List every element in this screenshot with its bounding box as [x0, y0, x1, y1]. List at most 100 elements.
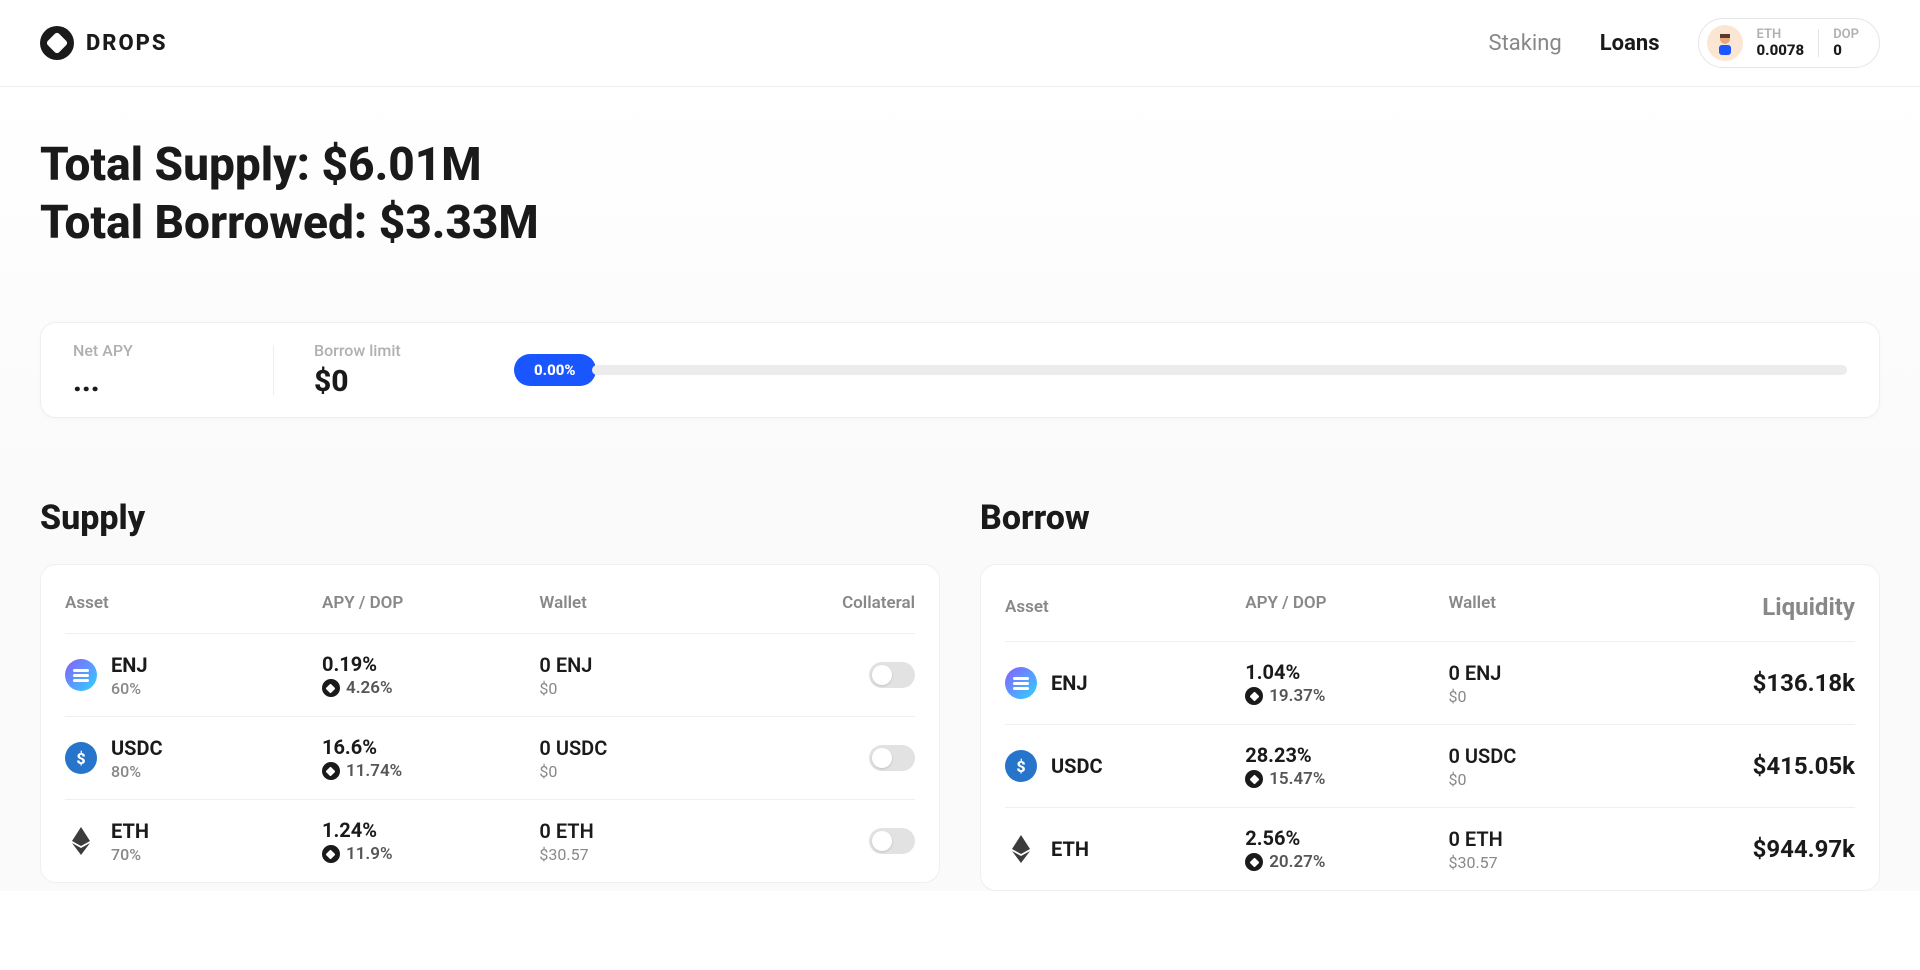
supply-row[interactable]: ENJ60%0.19%4.26%0 ENJ $0: [65, 633, 915, 716]
borrow-header-row: Asset APY / DOP Wallet Liquidity: [1005, 585, 1855, 641]
nav-loans[interactable]: Loans: [1600, 31, 1660, 56]
apy-value: 1.24%: [322, 818, 539, 842]
supply-header-apy: APY / DOP: [322, 593, 539, 613]
supply-section: Supply Asset APY / DOP Wallet Collateral…: [40, 498, 940, 891]
supply-row[interactable]: $USDC80%16.6%11.74%0 USDC$0: [65, 716, 915, 799]
usdc-icon: $: [1005, 750, 1037, 782]
apy-value: 1.04%: [1245, 660, 1448, 684]
borrow-header-wallet: Wallet: [1448, 593, 1670, 621]
dop-value: 0: [1833, 42, 1859, 59]
liquidity-cell: $944.97k: [1670, 835, 1855, 863]
borrow-header-liquidity: Liquidity: [1670, 593, 1855, 621]
dop-apy-value: 15.47%: [1245, 769, 1448, 789]
apy-cell: 1.04%19.37%: [1245, 660, 1448, 706]
liquidity-cell: $415.05k: [1670, 752, 1855, 780]
borrow-limit-label: Borrow limit: [314, 341, 474, 360]
wallet-amount: 0 ENJ: [539, 653, 776, 677]
borrow-row[interactable]: ENJ 1.04%19.37%0 ENJ $0$136.18k: [1005, 641, 1855, 724]
total-borrowed-line: Total Borrowed: $3.33M: [40, 195, 1880, 253]
borrow-limit-progress: 0.00%: [514, 354, 1847, 386]
net-apy-label: Net APY: [73, 341, 233, 360]
nav-right: Staking Loans ETH 0.0078 DOP 0: [1489, 18, 1880, 68]
logo-group[interactable]: DROPS: [40, 26, 168, 60]
dop-icon: [1245, 770, 1263, 788]
apy-cell: 2.56%20.27%: [1245, 826, 1448, 872]
stats-card: Net APY ... Borrow limit $0 0.00%: [40, 322, 1880, 418]
supply-header-collateral: Collateral: [777, 593, 915, 613]
wallet-amount: 0 USDC: [1448, 744, 1670, 768]
eth-icon: [1005, 833, 1037, 865]
stat-divider: [273, 345, 274, 395]
dop-icon: [1245, 687, 1263, 705]
asset-cell: ENJ60%: [65, 653, 322, 698]
wallet-amount: 0 ETH: [1448, 827, 1670, 851]
dop-apy-value: 11.74%: [322, 761, 539, 781]
total-supply-line: Total Supply: $6.01M: [40, 137, 1880, 195]
asset-symbol: ETH: [111, 819, 149, 843]
progress-percent-badge: 0.00%: [514, 354, 596, 386]
wallet-amount: 0 ENJ: [1448, 661, 1670, 685]
asset-symbol: ENJ: [1051, 671, 1088, 695]
wallet-cell: 0 USDC$0: [539, 736, 776, 781]
supply-header-wallet: Wallet: [539, 593, 776, 613]
eth-label: ETH: [1757, 28, 1805, 42]
supply-table: Asset APY / DOP Wallet Collateral ENJ60%…: [40, 564, 940, 883]
apy-cell: 28.23%15.47%: [1245, 743, 1448, 789]
borrow-row[interactable]: ETH 2.56%20.27%0 ETH $30.57$944.97k: [1005, 807, 1855, 890]
borrow-table: Asset APY / DOP Wallet Liquidity ENJ 1.04…: [980, 564, 1880, 891]
dop-apy-value: 4.26%: [322, 678, 539, 698]
asset-symbol: ETH: [1051, 837, 1089, 861]
apy-cell: 0.19%4.26%: [322, 652, 539, 698]
asset-ratio: 60%: [111, 679, 148, 698]
asset-ratio: 70%: [111, 845, 149, 864]
net-apy-block: Net APY ...: [73, 341, 233, 399]
apy-value: 2.56%: [1245, 826, 1448, 850]
net-apy-value: ...: [73, 364, 233, 399]
borrow-title: Borrow: [980, 498, 1880, 538]
liquidity-cell: $136.18k: [1670, 669, 1855, 697]
dop-icon: [1245, 853, 1263, 871]
collateral-toggle[interactable]: [869, 828, 915, 854]
wallet-usd: $0: [539, 679, 776, 698]
asset-cell: ETH 70%: [65, 819, 322, 864]
wallet-cell: 0 ETH$30.57: [539, 819, 776, 864]
asset-symbol: USDC: [111, 736, 163, 760]
dop-icon: [322, 679, 340, 697]
wallet-usd: $0: [1448, 687, 1670, 706]
wallet-amount: 0 ETH: [539, 819, 776, 843]
dop-icon: [322, 845, 340, 863]
supply-row[interactable]: ETH 70% 1.24%11.9%0 ETH$30.57: [65, 799, 915, 882]
apy-value: 16.6%: [322, 735, 539, 759]
borrow-section: Borrow Asset APY / DOP Wallet Liquidity …: [980, 498, 1880, 891]
asset-ratio: 80%: [111, 762, 163, 781]
borrow-limit-value: $0: [314, 364, 474, 399]
supply-title: Supply: [40, 498, 940, 538]
nav-staking[interactable]: Staking: [1489, 31, 1562, 56]
tables-row: Supply Asset APY / DOP Wallet Collateral…: [40, 498, 1880, 891]
apy-cell: 1.24%11.9%: [322, 818, 539, 864]
wallet-divider: [1818, 29, 1819, 57]
wallet-pill[interactable]: ETH 0.0078 DOP 0: [1698, 18, 1880, 68]
asset-cell: ETH: [1005, 833, 1245, 865]
dop-apy-value: 20.27%: [1245, 852, 1448, 872]
total-borrowed-label: Total Borrowed:: [40, 196, 367, 250]
avatar-icon: [1707, 25, 1743, 61]
collateral-toggle[interactable]: [869, 662, 915, 688]
collateral-toggle[interactable]: [869, 745, 915, 771]
drops-logo-icon: [40, 26, 74, 60]
totals-block: Total Supply: $6.01M Total Borrowed: $3.…: [40, 137, 1880, 252]
borrow-header-asset: Asset: [1005, 593, 1245, 621]
progress-bar-track[interactable]: [592, 365, 1847, 375]
asset-cell: ENJ: [1005, 667, 1245, 699]
wallet-cell: 0 USDC$0: [1448, 744, 1670, 789]
borrow-row[interactable]: $USDC28.23%15.47%0 USDC$0$415.05k: [1005, 724, 1855, 807]
collateral-cell: [777, 662, 915, 688]
dop-apy-value: 11.9%: [322, 844, 539, 864]
dop-apy-value: 19.37%: [1245, 686, 1448, 706]
total-supply-label: Total Supply:: [40, 138, 310, 192]
enj-icon: [1005, 667, 1037, 699]
wallet-usd: $30.57: [1448, 853, 1670, 872]
borrow-header-apy: APY / DOP: [1245, 593, 1448, 621]
wallet-amount: 0 USDC: [539, 736, 776, 760]
apy-value: 0.19%: [322, 652, 539, 676]
